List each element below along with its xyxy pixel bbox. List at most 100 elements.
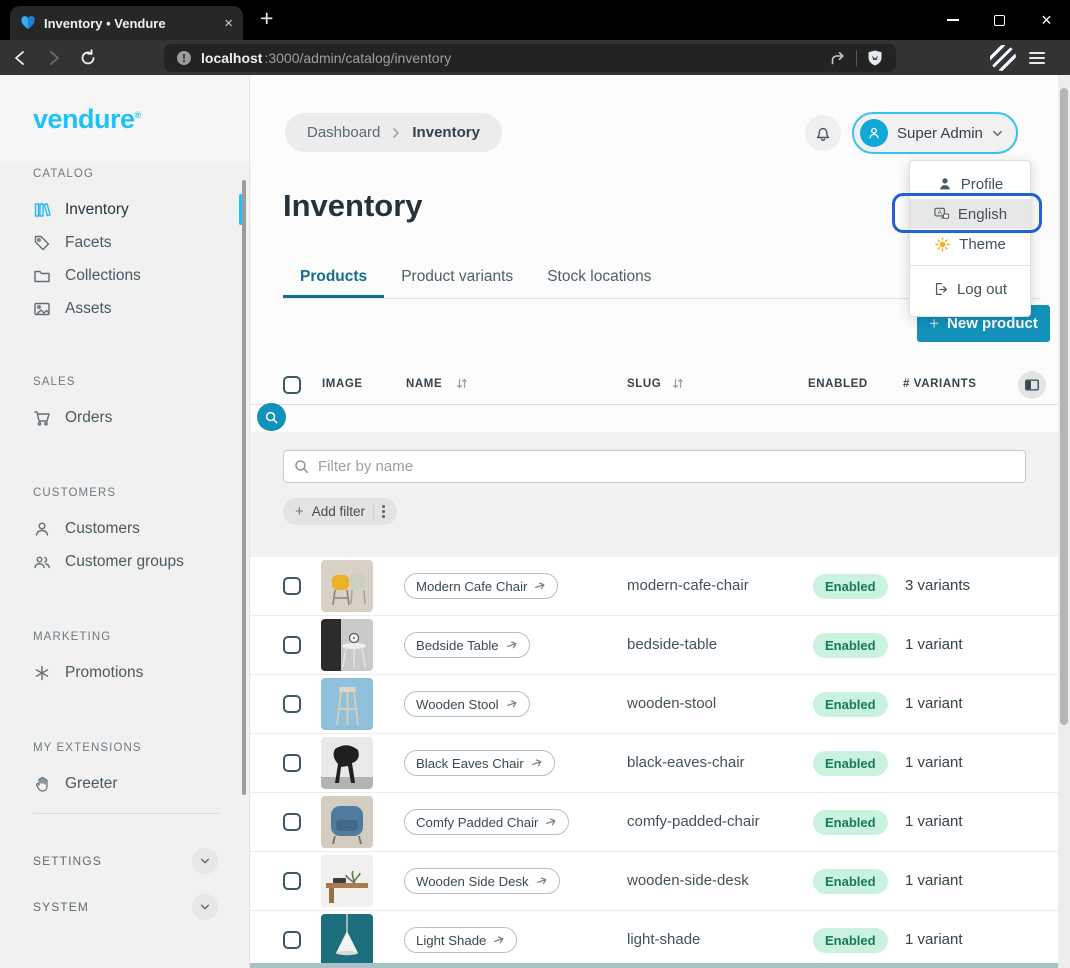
logout-icon xyxy=(933,281,949,297)
sidebar-section-settings[interactable]: SETTINGS xyxy=(0,844,249,878)
product-thumbnail[interactable] xyxy=(321,619,373,671)
notifications-button[interactable] xyxy=(805,115,841,151)
menu-item-language[interactable]: A English xyxy=(910,199,1030,229)
main-scrollbar-track[interactable] xyxy=(1058,75,1070,968)
user-menu-button[interactable]: Super Admin xyxy=(852,112,1018,154)
product-thumbnail[interactable] xyxy=(321,560,373,612)
back-icon xyxy=(11,49,29,67)
row-checkbox[interactable] xyxy=(283,931,301,949)
browser-menu-icon[interactable] xyxy=(1029,52,1045,64)
brave-shield-icon[interactable] xyxy=(866,49,884,67)
filter-input[interactable] xyxy=(283,450,1026,483)
tab-products[interactable]: Products xyxy=(283,258,384,298)
row-checkbox[interactable] xyxy=(283,813,301,831)
system-expand-button[interactable] xyxy=(192,894,218,920)
sidebar-item-greeter[interactable]: Greeter xyxy=(0,767,249,800)
new-product-label: New product xyxy=(947,315,1038,332)
variant-count: 1 variant xyxy=(905,636,963,653)
table-row: Bedside Table bedside-table Enabled 1 va… xyxy=(250,616,1058,675)
section-label-settings: SETTINGS xyxy=(33,854,102,868)
settings-expand-button[interactable] xyxy=(192,848,218,874)
columns-icon xyxy=(1024,377,1040,393)
plus-icon: + xyxy=(295,503,304,520)
window-controls: × xyxy=(929,0,1070,40)
sort-icon[interactable] xyxy=(671,377,685,390)
share-icon[interactable] xyxy=(829,49,847,67)
browser-profile-avatar[interactable] xyxy=(990,45,1016,71)
bell-icon xyxy=(813,123,833,143)
sidebar-section-system[interactable]: SYSTEM xyxy=(0,890,249,924)
page-title: Inventory xyxy=(283,188,423,224)
menu-item-label: Profile xyxy=(961,176,1004,193)
sidebar-item-customer-groups[interactable]: Customer groups xyxy=(0,545,249,578)
library-icon xyxy=(33,201,51,219)
product-thumbnail[interactable] xyxy=(321,914,373,966)
new-tab-button[interactable]: + xyxy=(260,5,273,32)
breadcrumb-inventory[interactable]: Inventory xyxy=(412,124,480,141)
back-button[interactable] xyxy=(8,46,32,70)
column-header-variants: # VARIANTS xyxy=(903,378,977,390)
breadcrumb-dashboard[interactable]: Dashboard xyxy=(307,124,380,141)
section-label-marketing: MARKETING xyxy=(33,630,249,644)
column-settings-button[interactable] xyxy=(1018,371,1046,399)
product-name-link[interactable]: Modern Cafe Chair xyxy=(404,573,558,599)
row-checkbox[interactable] xyxy=(283,636,301,654)
product-name-link[interactable]: Light Shade xyxy=(404,927,517,953)
browser-tab[interactable]: Inventory • Vendure × xyxy=(10,6,243,40)
reload-button[interactable] xyxy=(76,46,100,70)
sort-icon[interactable] xyxy=(455,377,469,390)
product-thumbnail[interactable] xyxy=(321,737,373,789)
product-name-link[interactable]: Wooden Stool xyxy=(404,691,530,717)
menu-item-theme[interactable]: Theme xyxy=(910,229,1030,259)
column-header-name[interactable]: NAME xyxy=(406,378,442,390)
product-thumbnail[interactable] xyxy=(321,855,373,907)
status-badge: Enabled xyxy=(813,751,888,776)
sidebar-scrollbar[interactable] xyxy=(242,180,246,795)
tab-product-variants[interactable]: Product variants xyxy=(384,258,530,298)
chip-divider xyxy=(373,505,374,519)
arrow-right-icon xyxy=(533,578,548,593)
tab-close-icon[interactable]: × xyxy=(224,16,233,31)
sidebar-item-orders[interactable]: Orders xyxy=(0,401,249,434)
row-checkbox[interactable] xyxy=(283,577,301,595)
add-filter-button[interactable]: + Add filter xyxy=(283,498,397,525)
window-minimize-button[interactable] xyxy=(929,0,976,40)
product-name-link[interactable]: Bedside Table xyxy=(404,632,530,658)
table-row: Wooden Stool wooden-stool Enabled 1 vari… xyxy=(250,675,1058,734)
product-name-link[interactable]: Comfy Padded Chair xyxy=(404,809,569,835)
users-icon xyxy=(33,553,51,571)
user-name: Super Admin xyxy=(897,125,983,142)
site-info-icon[interactable] xyxy=(176,50,192,66)
row-checkbox[interactable] xyxy=(283,754,301,772)
main-scrollbar-thumb[interactable] xyxy=(1060,88,1068,725)
toolbar-divider xyxy=(856,50,857,66)
sidebar-item-assets[interactable]: Assets xyxy=(0,292,249,325)
sidebar-item-label: Assets xyxy=(65,300,112,318)
window-maximize-button[interactable] xyxy=(976,0,1023,40)
window-close-button[interactable]: × xyxy=(1023,0,1070,40)
search-toggle-button[interactable] xyxy=(257,403,286,431)
menu-item-label: Log out xyxy=(957,281,1007,298)
row-checkbox[interactable] xyxy=(283,872,301,890)
forward-button[interactable] xyxy=(42,46,66,70)
address-bar[interactable]: localhost :3000/admin/catalog/inventory xyxy=(164,44,896,72)
vendure-logo[interactable]: vendure® xyxy=(33,104,141,135)
sidebar-item-collections[interactable]: Collections xyxy=(0,259,249,292)
select-all-checkbox[interactable] xyxy=(283,376,301,394)
menu-item-profile[interactable]: Profile xyxy=(910,169,1030,199)
translate-icon: A xyxy=(933,206,950,223)
kebab-menu-icon[interactable] xyxy=(382,505,385,518)
add-filter-label: Add filter xyxy=(312,504,365,519)
sidebar-item-facets[interactable]: Facets xyxy=(0,226,249,259)
product-name-link[interactable]: Wooden Side Desk xyxy=(404,868,560,894)
column-header-slug[interactable]: SLUG xyxy=(627,378,661,390)
sidebar-item-customers[interactable]: Customers xyxy=(0,512,249,545)
menu-item-logout[interactable]: Log out xyxy=(910,272,1030,306)
product-thumbnail[interactable] xyxy=(321,796,373,848)
sidebar-item-promotions[interactable]: Promotions xyxy=(0,656,249,689)
row-checkbox[interactable] xyxy=(283,695,301,713)
tab-stock-locations[interactable]: Stock locations xyxy=(530,258,668,298)
product-thumbnail[interactable] xyxy=(321,678,373,730)
product-name-link[interactable]: Black Eaves Chair xyxy=(404,750,555,776)
sidebar-item-inventory[interactable]: Inventory xyxy=(0,193,249,226)
